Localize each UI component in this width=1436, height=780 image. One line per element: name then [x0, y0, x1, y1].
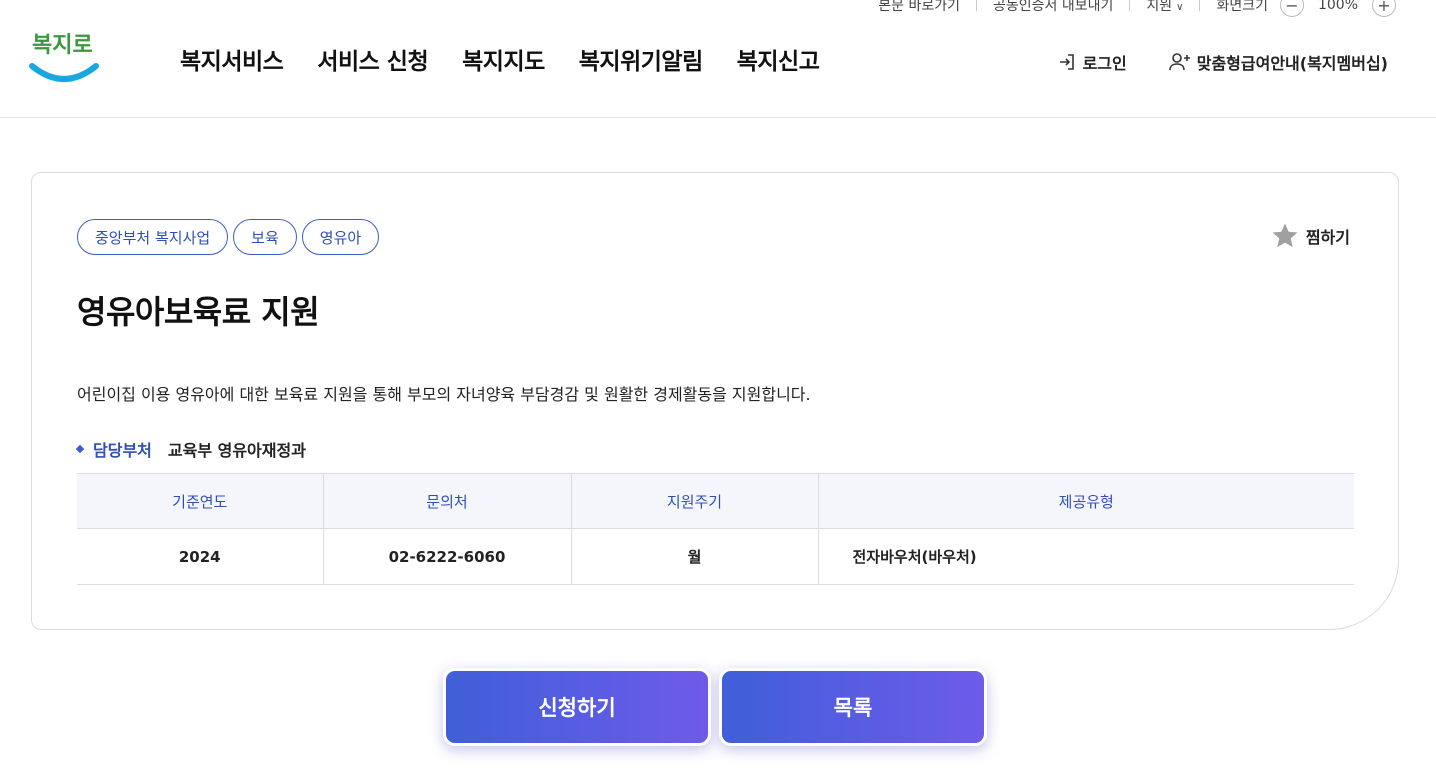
table-cell: 월 [571, 528, 819, 585]
department-label: 담당부처 [93, 441, 152, 460]
column-header: 문의처 [323, 473, 572, 529]
star-icon [1272, 223, 1298, 248]
department-value: 교육부 영유아재정과 [167, 441, 306, 460]
logo-text: 복지로 [32, 33, 93, 58]
site-logo[interactable]: 복지로 [28, 26, 100, 88]
header-actions: 로그인 맞춤형급여안내(복지멤버십) [1057, 50, 1388, 74]
column-header: 제공유형 [818, 473, 1354, 529]
table-header-row: 기준연도 문의처 지원주기 제공유형 [77, 473, 1354, 529]
login-label: 로그인 [1082, 54, 1127, 73]
service-tags: 중앙부처 복지사업 보육 영유아 [77, 219, 380, 255]
membership-label: 맞춤형급여안내(복지멤버십) [1196, 54, 1388, 73]
login-icon [1059, 54, 1074, 70]
user-plus-icon [1168, 53, 1190, 71]
column-header: 기준연도 [77, 473, 324, 529]
nav-item-welfare-report[interactable]: 복지신고 [737, 42, 820, 76]
nav-item-crisis-alert[interactable]: 복지위기알림 [579, 42, 703, 76]
nav-item-service-apply[interactable]: 서비스 신청 [317, 42, 428, 76]
table-row: 2024 02-6222-6060 월 전자바우처(바우처) [77, 528, 1354, 585]
site-header: 복지로 복지서비스 서비스 신청 복지지도 복지위기알림 복지신고 로그인 맞춤… [0, 0, 1436, 118]
apply-button[interactable]: 신청하기 [443, 668, 711, 746]
column-header: 지원주기 [571, 473, 819, 529]
nav-item-welfare-service[interactable]: 복지서비스 [180, 42, 284, 76]
logo-icon: 복지로 [29, 33, 99, 82]
tag-infant[interactable]: 영유아 [301, 219, 380, 255]
page-title: 영유아보육료 지원 [77, 293, 320, 331]
table-cell: 02-6222-6060 [323, 528, 572, 585]
login-link[interactable]: 로그인 [1057, 50, 1127, 74]
tag-childcare[interactable]: 보육 [233, 219, 297, 255]
department-info: 담당부처 교육부 영유아재정과 [75, 437, 306, 461]
membership-link[interactable]: 맞춤형급여안내(복지멤버십) [1168, 50, 1388, 74]
bullet-icon [75, 444, 85, 454]
table-cell: 2024 [77, 528, 324, 585]
table-cell: 전자바우처(바우처) [818, 528, 1354, 585]
service-detail-card: 중앙부처 복지사업 보육 영유아 찜하기 영유아보육료 지원 어린이집 이용 영… [31, 172, 1399, 630]
service-info-table: 기준연도 문의처 지원주기 제공유형 2024 02-6222-6060 월 전… [77, 473, 1354, 585]
service-description: 어린이집 이용 영유아에 대한 보육료 지원을 통해 부모의 자녀양육 부담경감… [77, 385, 811, 404]
nav-item-welfare-map[interactable]: 복지지도 [462, 42, 545, 76]
favorite-label: 찜하기 [1305, 228, 1350, 247]
tag-central-ministry[interactable]: 중앙부처 복지사업 [77, 219, 229, 255]
list-button[interactable]: 목록 [719, 668, 987, 746]
main-nav: 복지서비스 서비스 신청 복지지도 복지위기알림 복지신고 [180, 42, 820, 76]
action-buttons: 신청하기 목록 [443, 668, 987, 746]
favorite-button[interactable]: 찜하기 [1270, 221, 1350, 251]
